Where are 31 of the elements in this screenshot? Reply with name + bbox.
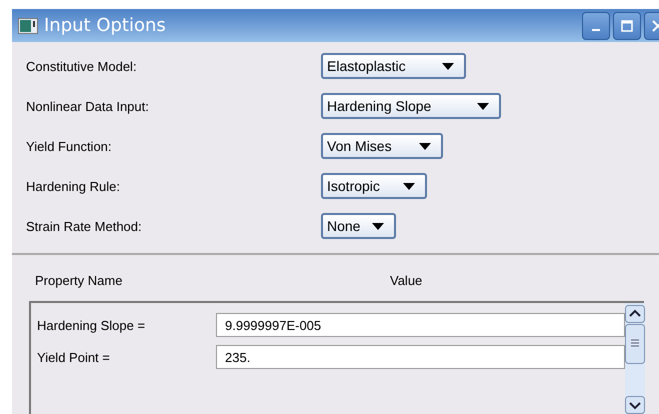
caret-icon bbox=[442, 62, 454, 70]
setting-label: Strain Rate Method: bbox=[26, 218, 143, 234]
caret-icon bbox=[372, 222, 384, 230]
column-header: Value bbox=[390, 273, 422, 288]
dropdown[interactable]: Elastoplastic bbox=[321, 53, 466, 79]
setting-label: Hardening Rule: bbox=[26, 178, 121, 194]
property-value-field[interactable]: 9.9999997E-005 bbox=[216, 313, 625, 337]
property-name: Yield Point = bbox=[37, 350, 111, 364]
caret-icon bbox=[419, 142, 431, 150]
setting-label: Nonlinear Data Input: bbox=[26, 98, 150, 114]
dropdown[interactable]: None bbox=[321, 213, 396, 239]
caret-icon bbox=[403, 182, 415, 190]
dropdown[interactable]: Isotropic bbox=[321, 173, 427, 199]
property-name: Hardening Slope = bbox=[37, 318, 146, 332]
dropdown[interactable]: Von Mises bbox=[321, 133, 443, 159]
window-app-icon bbox=[18, 18, 38, 34]
minimize-button[interactable] bbox=[582, 12, 610, 40]
column-header: Property Name bbox=[35, 273, 124, 288]
minimize-icon bbox=[592, 28, 600, 30]
window-title: Input Options bbox=[44, 15, 166, 36]
maximize-button[interactable] bbox=[613, 12, 641, 40]
caret-icon bbox=[477, 102, 489, 110]
dropdown[interactable]: Hardening Slope bbox=[321, 93, 501, 119]
maximize-icon bbox=[621, 20, 633, 32]
scroll-down-icon[interactable] bbox=[625, 396, 645, 414]
scroll-up-icon[interactable] bbox=[625, 305, 645, 323]
setting-label: Yield Function: bbox=[26, 138, 113, 154]
scroll-thumb-icon[interactable] bbox=[625, 324, 645, 364]
property-value-field[interactable]: 235. bbox=[216, 345, 625, 369]
scrollbar[interactable] bbox=[625, 303, 645, 414]
setting-label: Constitutive Model: bbox=[26, 58, 138, 74]
